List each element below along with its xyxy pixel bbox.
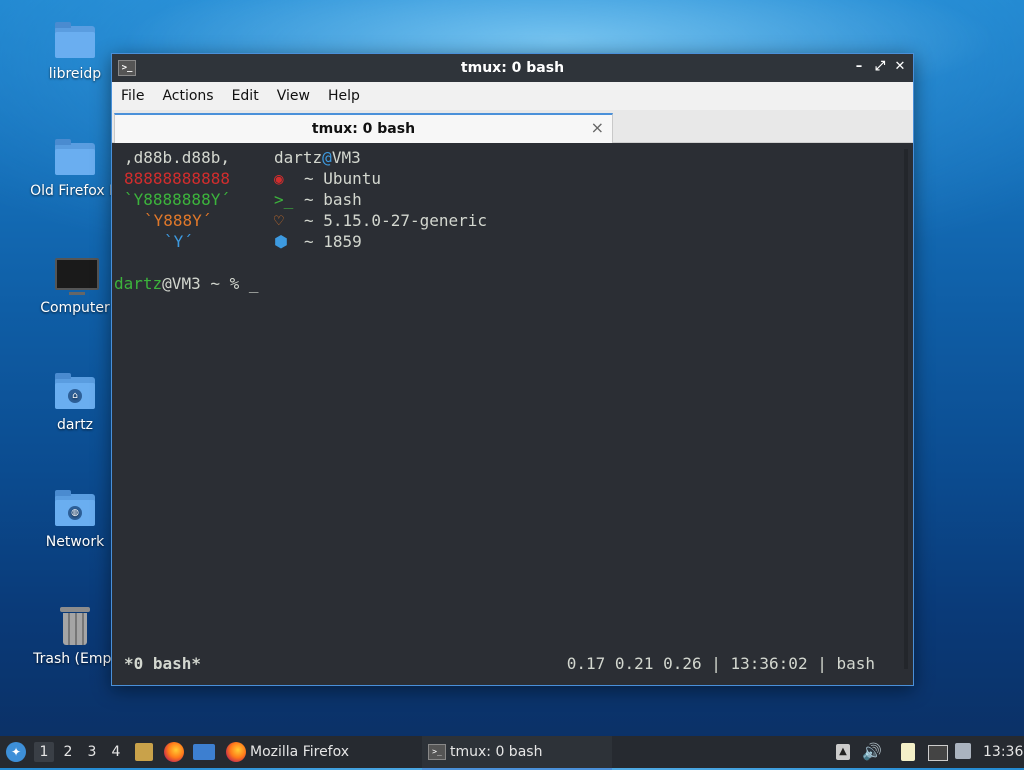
menu-edit[interactable]: Edit (223, 82, 268, 104)
text-cursor: _ (248, 274, 259, 293)
terminal-prompt-icon: >_ (274, 190, 294, 209)
terminal-area[interactable]: ,d88b.d88b, 88888888888 `Y8888888Y´ `Y88… (112, 143, 913, 685)
workspace-2[interactable]: 2 (58, 742, 78, 762)
menu-help[interactable]: Help (319, 82, 369, 104)
user-host: dartz@VM3 (274, 147, 361, 168)
at-sign: @ (322, 148, 332, 167)
host-name: VM3 (331, 148, 361, 167)
tab-bar: tmux: 0 bash × (112, 110, 913, 143)
prompt-user: dartz (114, 274, 163, 293)
terminal-window: >_ tmux: 0 bash – ⤢ ✕ File Actions Edit Vie… (111, 53, 914, 686)
task-terminal[interactable]: >_ tmux: 0 bash (422, 736, 612, 770)
minimize-button[interactable]: – (851, 59, 867, 75)
tmux-window-list: *0 bash* (124, 654, 202, 673)
user-name: dartz (274, 148, 323, 167)
info-text: ~ 1859 (304, 232, 362, 251)
info-packages: ⬢ ~ 1859 (274, 231, 362, 252)
menu-actions[interactable]: Actions (153, 82, 222, 104)
folder-icon (54, 139, 96, 177)
computer-icon (54, 256, 99, 295)
clock[interactable]: 13:36 (983, 736, 1023, 768)
tab-label: tmux: 0 bash (311, 121, 416, 137)
workspace-4[interactable]: 4 (106, 742, 126, 762)
logo-line: `Y888Y´ (144, 211, 212, 230)
menu-view[interactable]: View (268, 82, 319, 104)
tmux-status-bar: *0 bash* 0.17 0.21 0.26 | 13:36:02 | bas… (124, 654, 875, 676)
tab-tmux-bash[interactable]: tmux: 0 bash × (114, 113, 613, 143)
tmux-status-right: 0.17 0.21 0.26 | 13:36:02 | bash (566, 654, 875, 673)
info-text: ~ bash (304, 190, 362, 209)
info-os: ◉ ~ Ubuntu (274, 168, 381, 189)
notification-icon[interactable] (955, 743, 971, 759)
workspace-1[interactable]: 1 (34, 742, 54, 762)
terminal-icon: >_ (428, 744, 446, 760)
ubuntu-icon: ◉ (274, 169, 284, 188)
prompt-host: @VM3 (162, 274, 201, 293)
logo-line: `Y8888888Y´ (124, 190, 230, 209)
trash-icon (54, 607, 96, 645)
package-icon: ⬢ (274, 232, 288, 251)
volume-icon[interactable]: 🔊 (862, 742, 882, 762)
window-title: tmux: 0 bash (460, 60, 565, 76)
menu-bar: File Actions Edit View Help (112, 82, 913, 110)
info-text: ~ Ubuntu (304, 169, 382, 188)
start-menu-icon[interactable]: ✦ (6, 742, 26, 762)
firefox-icon (226, 742, 246, 762)
workspace-3[interactable]: 3 (82, 742, 102, 762)
shell-prompt: dartz@VM3 ~ % _ (114, 273, 259, 294)
desktop-icon[interactable] (193, 744, 215, 760)
logo-line: `Y´ (164, 232, 193, 251)
info-kernel: ♡ ~ 5.15.0-27-generic (274, 210, 487, 231)
window-titlebar[interactable]: >_ tmux: 0 bash – ⤢ ✕ (112, 54, 913, 82)
task-label: tmux: 0 bash (450, 744, 543, 760)
maximize-button[interactable]: ⤢ (872, 59, 888, 75)
home-folder-icon: ⌂ (54, 373, 96, 411)
logo-line: 88888888888 (124, 169, 230, 188)
clipboard-icon[interactable] (901, 743, 915, 761)
network-folder-icon: ◍ (54, 490, 96, 528)
file-manager-icon[interactable] (135, 743, 153, 761)
logo-line: ,d88b.d88b, (124, 148, 230, 167)
folder-icon (54, 22, 96, 60)
scrollbar[interactable] (904, 149, 908, 669)
menu-file[interactable]: File (112, 82, 153, 104)
taskbar: ✦ 1 2 3 4 Mozilla Firefox >_ tmux: 0 bas… (0, 736, 1024, 770)
network-icon[interactable] (928, 745, 948, 761)
heart-icon: ♡ (274, 211, 284, 230)
info-text: ~ 5.15.0-27-generic (304, 211, 488, 230)
close-button[interactable]: ✕ (892, 59, 908, 75)
info-shell: >_ ~ bash (274, 189, 362, 210)
upload-icon[interactable]: ▲ (836, 744, 850, 760)
prompt-rest: ~ % (200, 274, 249, 293)
firefox-launcher-icon[interactable] (164, 742, 184, 762)
task-label: Mozilla Firefox (250, 744, 350, 760)
tab-close-icon[interactable]: × (591, 118, 604, 137)
task-firefox[interactable]: Mozilla Firefox (222, 736, 412, 768)
